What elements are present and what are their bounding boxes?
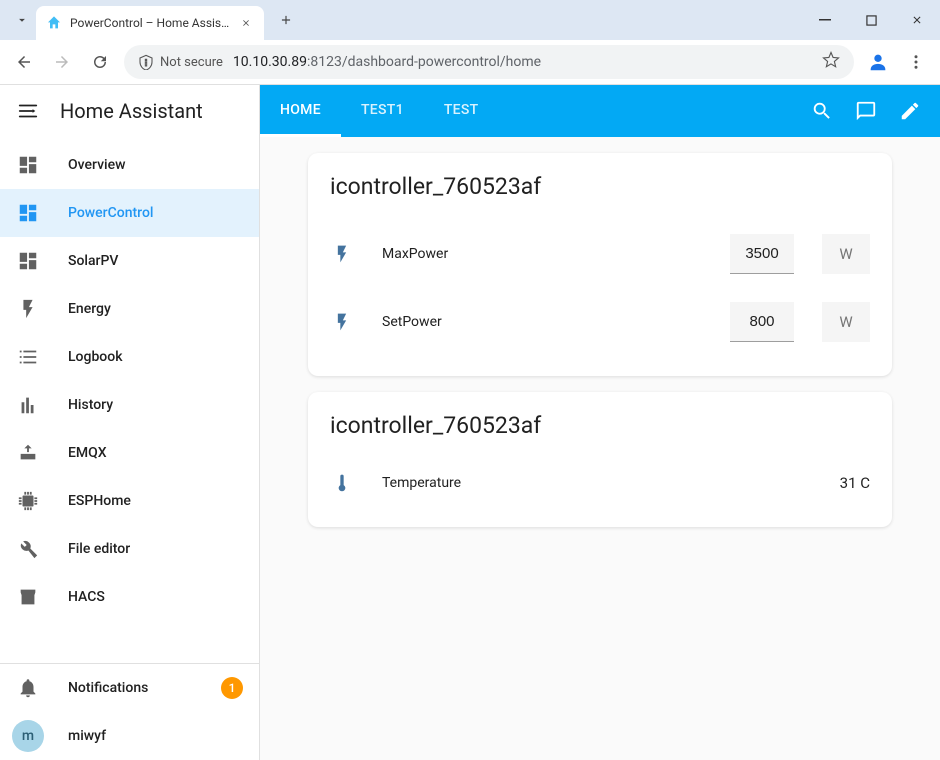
notifications-label: Notifications bbox=[68, 680, 148, 696]
tab-search-dropdown[interactable] bbox=[8, 6, 36, 34]
card-title: icontroller_760523af bbox=[330, 412, 870, 439]
url-box[interactable]: Not secure 10.10.30.89:8123/dashboard-po… bbox=[124, 45, 854, 79]
tab-title: PowerControl – Home Assista bbox=[70, 16, 230, 30]
entity-label: MaxPower bbox=[382, 246, 702, 262]
sidebar-item-label: ESPHome bbox=[68, 493, 131, 509]
window-controls bbox=[802, 0, 940, 40]
flash-icon bbox=[16, 297, 40, 321]
sidebar-item-esphome[interactable]: ESPHome bbox=[0, 477, 259, 525]
entity-label: Temperature bbox=[382, 475, 812, 491]
sidebar-item-emqx[interactable]: EMQX bbox=[0, 429, 259, 477]
thermometer-icon bbox=[330, 473, 354, 493]
bookmark-star-icon[interactable] bbox=[822, 51, 840, 73]
app: Home Assistant Overview PowerControl Solar… bbox=[0, 85, 940, 760]
entity-unit: W bbox=[822, 234, 870, 274]
main: HOMETEST1TEST icontroller_760523af MaxPo… bbox=[260, 85, 940, 760]
sidebar-item-solarpv[interactable]: SolarPV bbox=[0, 237, 259, 285]
window-minimize-button[interactable] bbox=[802, 0, 848, 40]
tab-test1[interactable]: TEST1 bbox=[341, 85, 424, 137]
tab-home[interactable]: HOME bbox=[260, 85, 341, 137]
list-icon bbox=[16, 345, 40, 369]
sidebar-item-label: PowerControl bbox=[68, 205, 153, 221]
bell-icon bbox=[16, 676, 40, 700]
forward-button[interactable] bbox=[48, 48, 76, 76]
entity-label: SetPower bbox=[382, 314, 702, 330]
entity-row[interactable]: Temperature 31 C bbox=[330, 459, 870, 507]
search-button[interactable] bbox=[800, 89, 844, 133]
dashboard-icon bbox=[16, 249, 40, 273]
browser-tab-active[interactable]: PowerControl – Home Assista bbox=[36, 6, 264, 40]
new-tab-button[interactable] bbox=[272, 6, 300, 34]
window-maximize-button[interactable] bbox=[848, 0, 894, 40]
address-bar: Not secure 10.10.30.89:8123/dashboard-po… bbox=[0, 40, 940, 85]
dashboard-icon bbox=[16, 153, 40, 177]
favicon-home-assistant bbox=[46, 15, 62, 31]
sidebar-item-label: Logbook bbox=[68, 349, 123, 365]
sidebar: Home Assistant Overview PowerControl Solar… bbox=[0, 85, 260, 760]
sidebar-item-file-editor[interactable]: File editor bbox=[0, 525, 259, 573]
entity-value-input[interactable] bbox=[730, 302, 794, 342]
sidebar-item-overview[interactable]: Overview bbox=[0, 141, 259, 189]
entity-card: icontroller_760523af MaxPower W SetPower… bbox=[308, 153, 892, 376]
dashboard-content[interactable]: icontroller_760523af MaxPower W SetPower… bbox=[260, 137, 940, 760]
wrench-icon bbox=[16, 537, 40, 561]
back-button[interactable] bbox=[10, 48, 38, 76]
browser-chrome: PowerControl – Home Assista bbox=[0, 0, 940, 85]
assist-button[interactable] bbox=[844, 89, 888, 133]
chip-icon bbox=[16, 489, 40, 513]
close-icon[interactable] bbox=[238, 15, 254, 31]
entity-row[interactable]: MaxPower W bbox=[330, 220, 870, 288]
store-icon bbox=[16, 585, 40, 609]
entity-value: 31 C bbox=[840, 474, 870, 492]
view-tabs: HOMETEST1TEST bbox=[260, 85, 499, 137]
hamburger-icon[interactable] bbox=[16, 99, 40, 123]
sidebar-nav[interactable]: Overview PowerControl SolarPV Energy Logbook… bbox=[0, 137, 259, 663]
reload-button[interactable] bbox=[86, 48, 114, 76]
sidebar-item-label: Energy bbox=[68, 301, 111, 317]
user-name: miwyf bbox=[68, 728, 106, 744]
entity-card: icontroller_760523af Temperature 31 C bbox=[308, 392, 892, 527]
router-icon bbox=[16, 441, 40, 465]
profile-button[interactable] bbox=[864, 48, 892, 76]
sidebar-item-history[interactable]: History bbox=[0, 381, 259, 429]
sidebar-item-label: HACS bbox=[68, 589, 105, 605]
window-close-button[interactable] bbox=[894, 0, 940, 40]
sidebar-item-label: History bbox=[68, 397, 113, 413]
sidebar-item-user[interactable]: m miwyf bbox=[0, 712, 259, 760]
sidebar-item-notifications[interactable]: Notifications 1 bbox=[0, 664, 259, 712]
tab-test[interactable]: TEST bbox=[424, 85, 499, 137]
browser-menu-button[interactable] bbox=[902, 48, 930, 76]
sidebar-bottom: Notifications 1 m miwyf bbox=[0, 663, 259, 760]
flash-icon bbox=[330, 244, 354, 264]
sidebar-item-logbook[interactable]: Logbook bbox=[0, 333, 259, 381]
tab-strip: PowerControl – Home Assista bbox=[0, 0, 940, 40]
url-text: 10.10.30.89:8123/dashboard-powercontrol/… bbox=[233, 54, 812, 70]
sidebar-item-label: SolarPV bbox=[68, 253, 118, 269]
security-label-text: Not secure bbox=[160, 55, 223, 70]
entity-row[interactable]: SetPower W bbox=[330, 288, 870, 356]
sidebar-item-hacs[interactable]: HACS bbox=[0, 573, 259, 621]
topbar: HOMETEST1TEST bbox=[260, 85, 940, 137]
dashboard-icon bbox=[16, 201, 40, 225]
chart-icon bbox=[16, 393, 40, 417]
sidebar-item-energy[interactable]: Energy bbox=[0, 285, 259, 333]
user-avatar: m bbox=[12, 720, 44, 752]
sidebar-header: Home Assistant bbox=[0, 85, 259, 137]
sidebar-item-label: Overview bbox=[68, 157, 125, 173]
flash-icon bbox=[330, 312, 354, 332]
entity-unit: W bbox=[822, 302, 870, 342]
brand-title: Home Assistant bbox=[60, 99, 203, 123]
sidebar-item-powercontrol[interactable]: PowerControl bbox=[0, 189, 259, 237]
entity-value-input[interactable] bbox=[730, 234, 794, 274]
security-indicator[interactable]: Not secure bbox=[138, 54, 223, 70]
notifications-badge: 1 bbox=[221, 677, 243, 699]
sidebar-item-label: EMQX bbox=[68, 445, 107, 461]
edit-dashboard-button[interactable] bbox=[888, 89, 932, 133]
card-title: icontroller_760523af bbox=[330, 173, 870, 200]
sidebar-item-label: File editor bbox=[68, 541, 130, 557]
